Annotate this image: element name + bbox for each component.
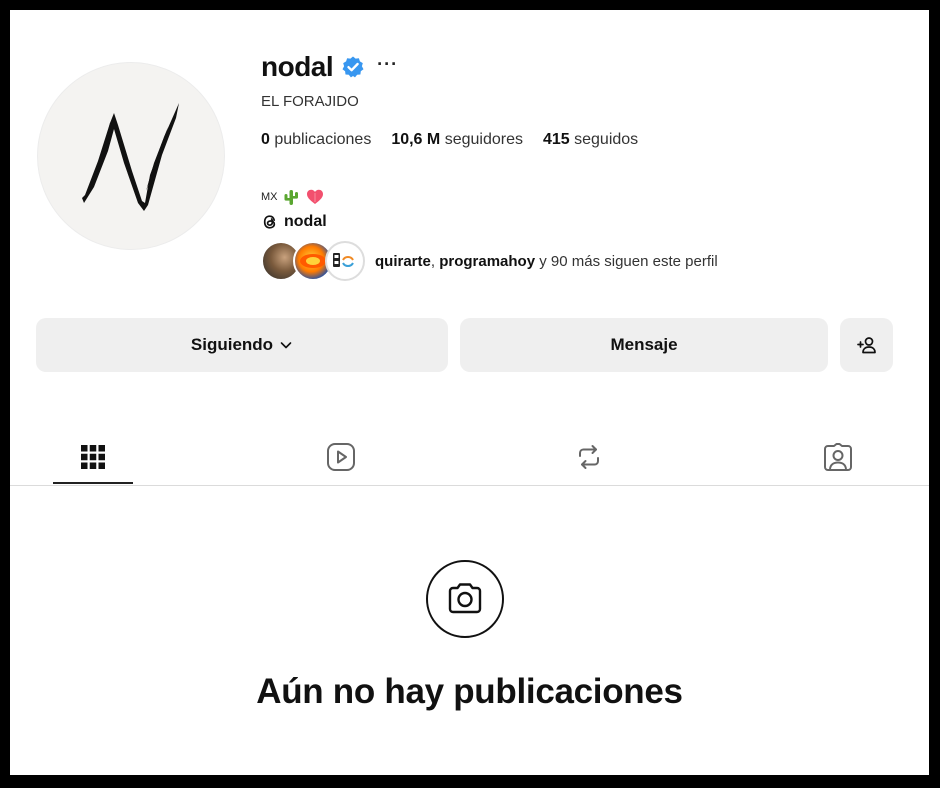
username: nodal [261,51,334,82]
bio-country: MX [261,191,278,203]
empty-state-title: Aún no hay publicaciones [256,672,683,711]
profile-tabs [10,430,929,484]
reels-icon [327,443,355,471]
stat-followers-value: 10,6 M [391,131,441,148]
suggest-people-button[interactable] [840,318,893,372]
verified-badge-icon [342,56,364,78]
stat-followers-label: seguidores [444,131,523,148]
message-button[interactable]: Mensaje [460,318,828,372]
stat-followers[interactable]: 10,6 M seguidores [391,131,523,149]
camera-icon [448,583,482,614]
active-tab-indicator [53,482,133,484]
stat-posts-value: 0 [261,131,270,148]
profile-info: nodal ··· EL FORAJIDO 0 publicaciones 10… [261,48,718,281]
cactus-icon [284,190,298,205]
avatar [325,241,365,281]
threads-icon [263,215,276,229]
follower-name-2[interactable]: programahoy [439,253,535,270]
add-person-icon [856,337,876,354]
following-button[interactable]: Siguiendo [36,318,448,372]
tab-reposts[interactable] [549,430,629,484]
chevron-down-icon [280,342,292,349]
stat-following-value: 415 [542,131,570,148]
tab-reels[interactable] [301,430,381,484]
profile-stats: 0 publicaciones 10,6 M seguidores 415 se… [261,131,658,149]
stat-following-label: seguidos [574,131,639,148]
message-button-label: Mensaje [610,335,678,354]
tabs-divider [10,485,929,486]
grid-icon [81,445,105,469]
bio: MX [261,188,324,206]
follower-avatars [261,241,365,281]
threads-handle: nodal [284,213,327,230]
profile-avatar[interactable] [37,62,225,250]
empty-state-camera [426,560,504,638]
tab-tagged[interactable] [798,430,878,484]
n-logo-icon [82,103,179,211]
full-name: EL FORAJIDO [261,93,359,110]
followed-by[interactable]: quirarte, programahoy y 90 más siguen es… [261,241,718,281]
heart-icon [306,189,323,204]
followed-by-text: quirarte, programahoy y 90 más siguen es… [375,253,718,270]
tab-posts[interactable] [53,430,133,484]
follower-name-1[interactable]: quirarte [375,253,431,270]
logo-icon [333,253,354,267]
more-options-button[interactable]: ··· [377,54,398,81]
stat-posts[interactable]: 0 publicaciones [261,131,371,149]
stat-posts-label: publicaciones [274,131,372,148]
followed-by-suffix: y 90 más siguen este perfil [535,252,718,270]
threads-link[interactable]: nodal [261,213,327,231]
reposts-icon [579,445,599,469]
following-button-label: Siguiendo [190,335,274,354]
name-row: nodal ··· [261,48,398,86]
profile-page: nodal ··· EL FORAJIDO 0 publicaciones 10… [10,10,929,775]
stat-following[interactable]: 415 seguidos [543,131,638,149]
tagged-icon [824,443,852,471]
followed-by-separator: , [430,252,440,270]
